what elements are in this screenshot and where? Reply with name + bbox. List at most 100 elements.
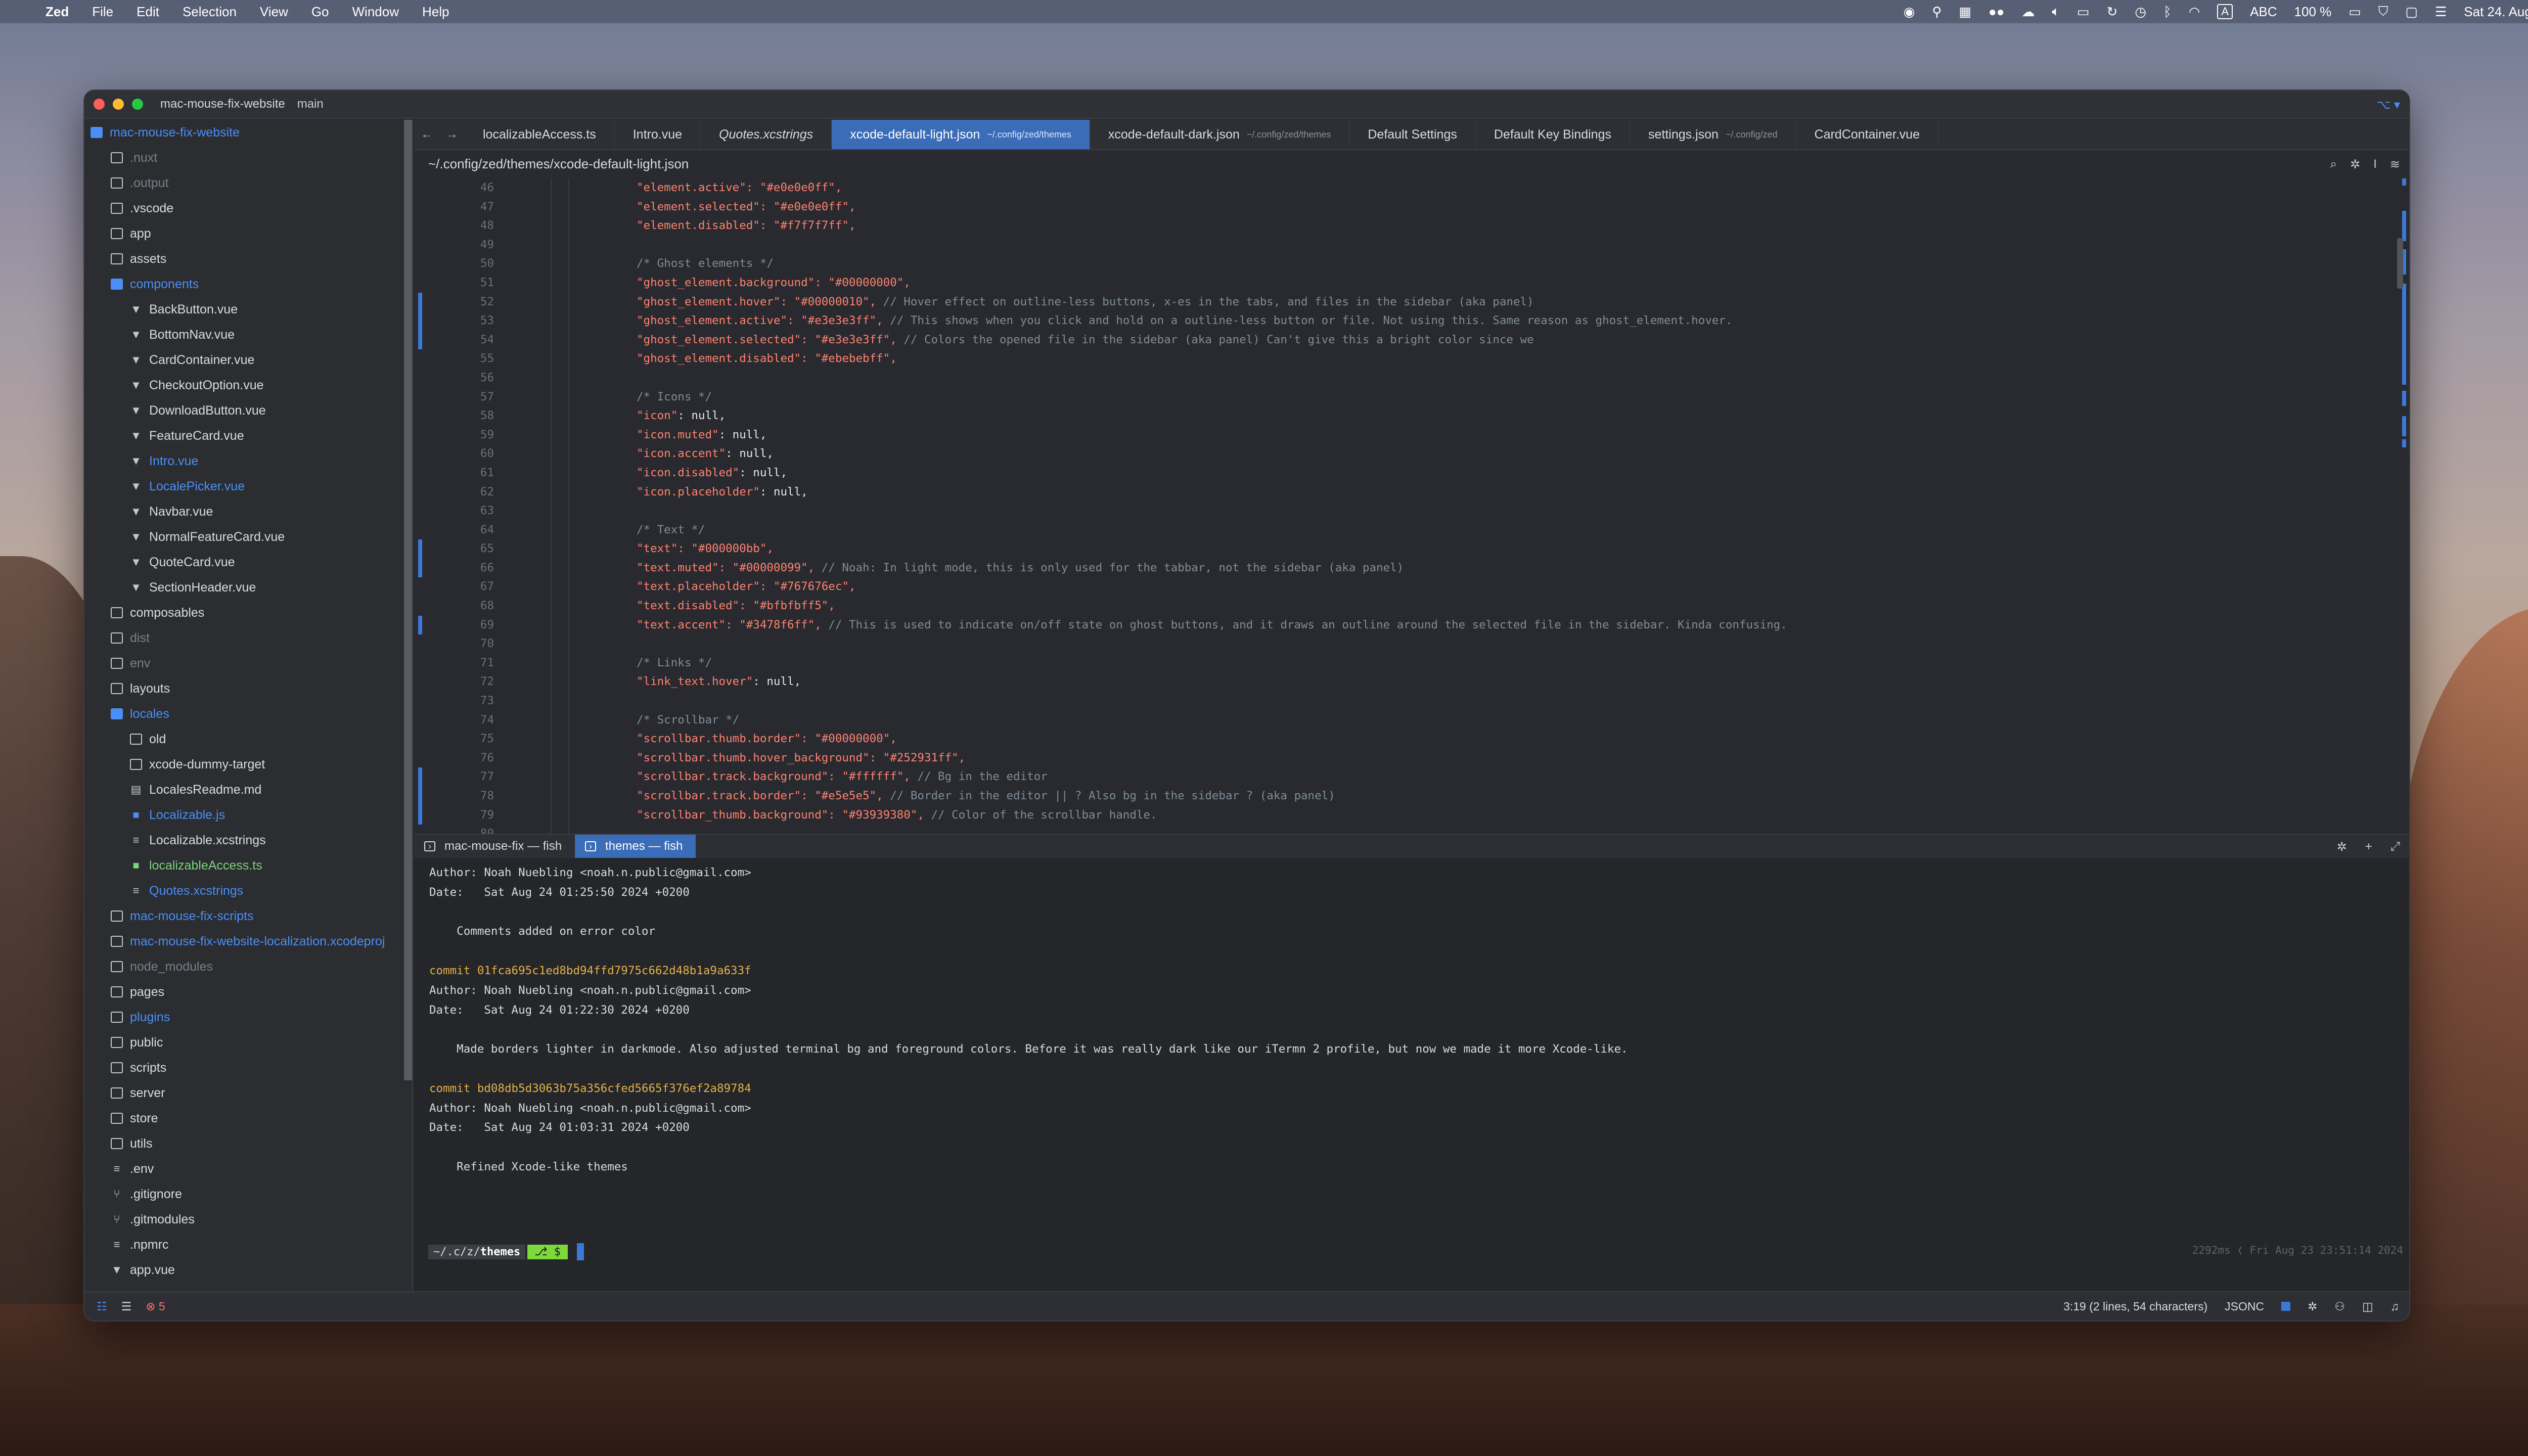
sparkle-icon[interactable]: ✲ — [2337, 840, 2347, 854]
control-center-icon[interactable]: ☰ — [2435, 4, 2447, 20]
tree-item[interactable]: ▼ NormalFeatureCard.vue — [84, 524, 412, 550]
menu-help[interactable]: Help — [422, 4, 449, 20]
tree-item[interactable]: node_modules — [84, 954, 412, 979]
cursor-position[interactable]: 3:19 (2 lines, 54 characters) — [2063, 1300, 2207, 1313]
breadcrumb-path[interactable]: ~/.config/zed/themes/xcode-default-light… — [428, 156, 689, 172]
code-scrollbar-thumb[interactable] — [2397, 238, 2403, 289]
language-selector[interactable]: JSONC — [2225, 1300, 2264, 1313]
assistant-icon[interactable]: ✲ — [2308, 1300, 2317, 1313]
screen-mirror-icon[interactable]: ▭ — [2077, 4, 2090, 20]
tree-item[interactable]: utils — [84, 1131, 412, 1156]
menu-app-name[interactable]: Zed — [46, 4, 69, 20]
tree-item[interactable]: ▼ LocalePicker.vue — [84, 474, 412, 499]
time-machine-icon[interactable]: ◷ — [2135, 4, 2146, 20]
sparkle-icon[interactable]: ✲ — [2350, 157, 2360, 172]
shield-icon[interactable]: ⛉ — [2378, 4, 2388, 20]
tree-item[interactable]: ▼ DownloadButton.vue — [84, 398, 412, 423]
project-name[interactable]: mac-mouse-fix-website — [160, 97, 285, 111]
tree-item[interactable]: mac-mouse-fix-scripts — [84, 903, 412, 929]
tree-item[interactable]: ⑂ .gitignore — [84, 1181, 412, 1207]
editor-tab[interactable]: Default Key Bindings — [1476, 120, 1630, 149]
tree-item[interactable]: pages — [84, 979, 412, 1005]
terminal-tab-themes[interactable]: › themes — fish — [575, 835, 696, 858]
battery-percent[interactable]: 100 % — [2294, 4, 2332, 20]
status-circle-icon[interactable]: ◉ — [1904, 4, 1915, 20]
tree-item[interactable]: ⑂ .gitmodules — [84, 1207, 412, 1232]
tree-item[interactable]: app — [84, 221, 412, 246]
tree-item[interactable]: components — [84, 271, 412, 297]
tree-item[interactable]: mac-mouse-fix-website-localization.xcode… — [84, 929, 412, 954]
tree-item[interactable]: store — [84, 1106, 412, 1131]
text-cursor-icon[interactable]: I — [2373, 157, 2377, 172]
tree-item[interactable]: .nuxt — [84, 145, 412, 170]
tree-item[interactable]: ▼ BackButton.vue — [84, 297, 412, 322]
sidebar-scrollbar[interactable] — [404, 120, 412, 1080]
tree-item[interactable]: ≡ Localizable.xcstrings — [84, 828, 412, 853]
tree-item[interactable]: layouts — [84, 676, 412, 701]
project-panel-toggle-icon[interactable]: ☷ — [97, 1300, 107, 1313]
tree-item[interactable]: ▼ Navbar.vue — [84, 499, 412, 524]
tree-item[interactable]: env — [84, 651, 412, 676]
expand-icon[interactable]: ⤢ — [2390, 840, 2400, 854]
cloud-icon[interactable]: ☁ — [2021, 4, 2035, 20]
user-menu-icon[interactable]: ⌥ ▾ — [2377, 98, 2400, 112]
forward-arrow-icon[interactable]: → — [446, 127, 458, 142]
menu-window[interactable]: Window — [352, 4, 399, 20]
terminal-output[interactable]: Author: Noah Nuebling <noah.n.public@gma… — [414, 858, 2409, 1177]
wifi-icon[interactable]: ◠ — [2189, 4, 2200, 20]
copilot-icon[interactable] — [2281, 1302, 2291, 1311]
tree-item[interactable]: assets — [84, 246, 412, 271]
tree-item[interactable]: ▼ CheckoutOption.vue — [84, 373, 412, 398]
tree-item[interactable]: ▼ app.vue — [84, 1257, 412, 1283]
tree-item[interactable]: ▼ QuoteCard.vue — [84, 550, 412, 575]
window-icon[interactable]: ▢ — [2405, 4, 2418, 20]
tree-root[interactable]: mac-mouse-fix-website — [84, 120, 412, 145]
tree-item[interactable]: ≡ .env — [84, 1156, 412, 1181]
tree-item[interactable]: plugins — [84, 1005, 412, 1030]
volume-icon[interactable]: 🔈︎ — [2052, 4, 2060, 20]
menu-go[interactable]: Go — [311, 4, 329, 20]
grid-icon[interactable]: ▦ — [1959, 4, 1971, 20]
tree-item[interactable]: public — [84, 1030, 412, 1055]
sync-icon[interactable]: ↻ — [2107, 4, 2118, 20]
menu-file[interactable]: File — [92, 4, 113, 20]
minimize-window-button[interactable] — [113, 99, 124, 110]
tree-item[interactable]: ■ Localizable.js — [84, 802, 412, 828]
tree-item[interactable]: ▼ SectionHeader.vue — [84, 575, 412, 600]
input-method-label[interactable]: ABC — [2250, 4, 2277, 20]
input-method-badge[interactable]: A — [2217, 4, 2233, 19]
tree-item[interactable]: ■ localizableAccess.ts — [84, 853, 412, 878]
close-window-button[interactable] — [94, 99, 105, 110]
dots-icon[interactable]: ●● — [1989, 4, 2004, 20]
tree-item[interactable]: .output — [84, 170, 412, 196]
bluetooth-icon[interactable]: ᛒ — [2163, 4, 2172, 20]
outline-toggle-icon[interactable]: ☰ — [121, 1300, 132, 1313]
menu-selection[interactable]: Selection — [183, 4, 237, 20]
zoom-window-button[interactable] — [132, 99, 143, 110]
editor-tab[interactable]: xcode-default-light.json ~/.config/zed/th… — [832, 120, 1090, 149]
tree-item[interactable]: .vscode — [84, 196, 412, 221]
tree-item[interactable]: ▼ Intro.vue — [84, 448, 412, 474]
tree-item[interactable]: ≡ Quotes.xcstrings — [84, 878, 412, 903]
tree-item[interactable]: composables — [84, 600, 412, 625]
editor-tab[interactable]: CardContainer.vue — [1796, 120, 1938, 149]
tree-item[interactable]: old — [84, 726, 412, 752]
search-icon[interactable]: ⌕ — [2330, 157, 2337, 172]
tree-item[interactable]: server — [84, 1080, 412, 1106]
battery-icon[interactable]: ▭ — [2349, 4, 2361, 20]
tree-item[interactable]: ▤ LocalesReadme.md — [84, 777, 412, 802]
menu-edit[interactable]: Edit — [137, 4, 159, 20]
chat-icon[interactable]: ◫ — [2362, 1300, 2373, 1313]
notification-bell-icon[interactable]: ♫ — [2390, 1300, 2399, 1313]
git-branch[interactable]: main — [297, 97, 324, 111]
code-editor[interactable]: 46 "element.active": "#e0e0e0ff", 47 "eleme… — [414, 178, 2409, 834]
tree-item[interactable]: dist — [84, 625, 412, 651]
terminal-tab-mac-mouse-fix[interactable]: › mac-mouse-fix — fish — [414, 835, 575, 858]
diagnostics-indicator[interactable]: ⊗ 5 — [146, 1300, 165, 1313]
tree-item[interactable]: xcode-dummy-target — [84, 752, 412, 777]
tree-item[interactable]: ≡ .npmrc — [84, 1232, 412, 1257]
back-arrow-icon[interactable]: ← — [421, 127, 433, 142]
key-icon[interactable]: ⚲ — [1932, 4, 1942, 20]
menu-view[interactable]: View — [260, 4, 288, 20]
editor-tab[interactable]: Quotes.xcstrings — [701, 120, 832, 149]
